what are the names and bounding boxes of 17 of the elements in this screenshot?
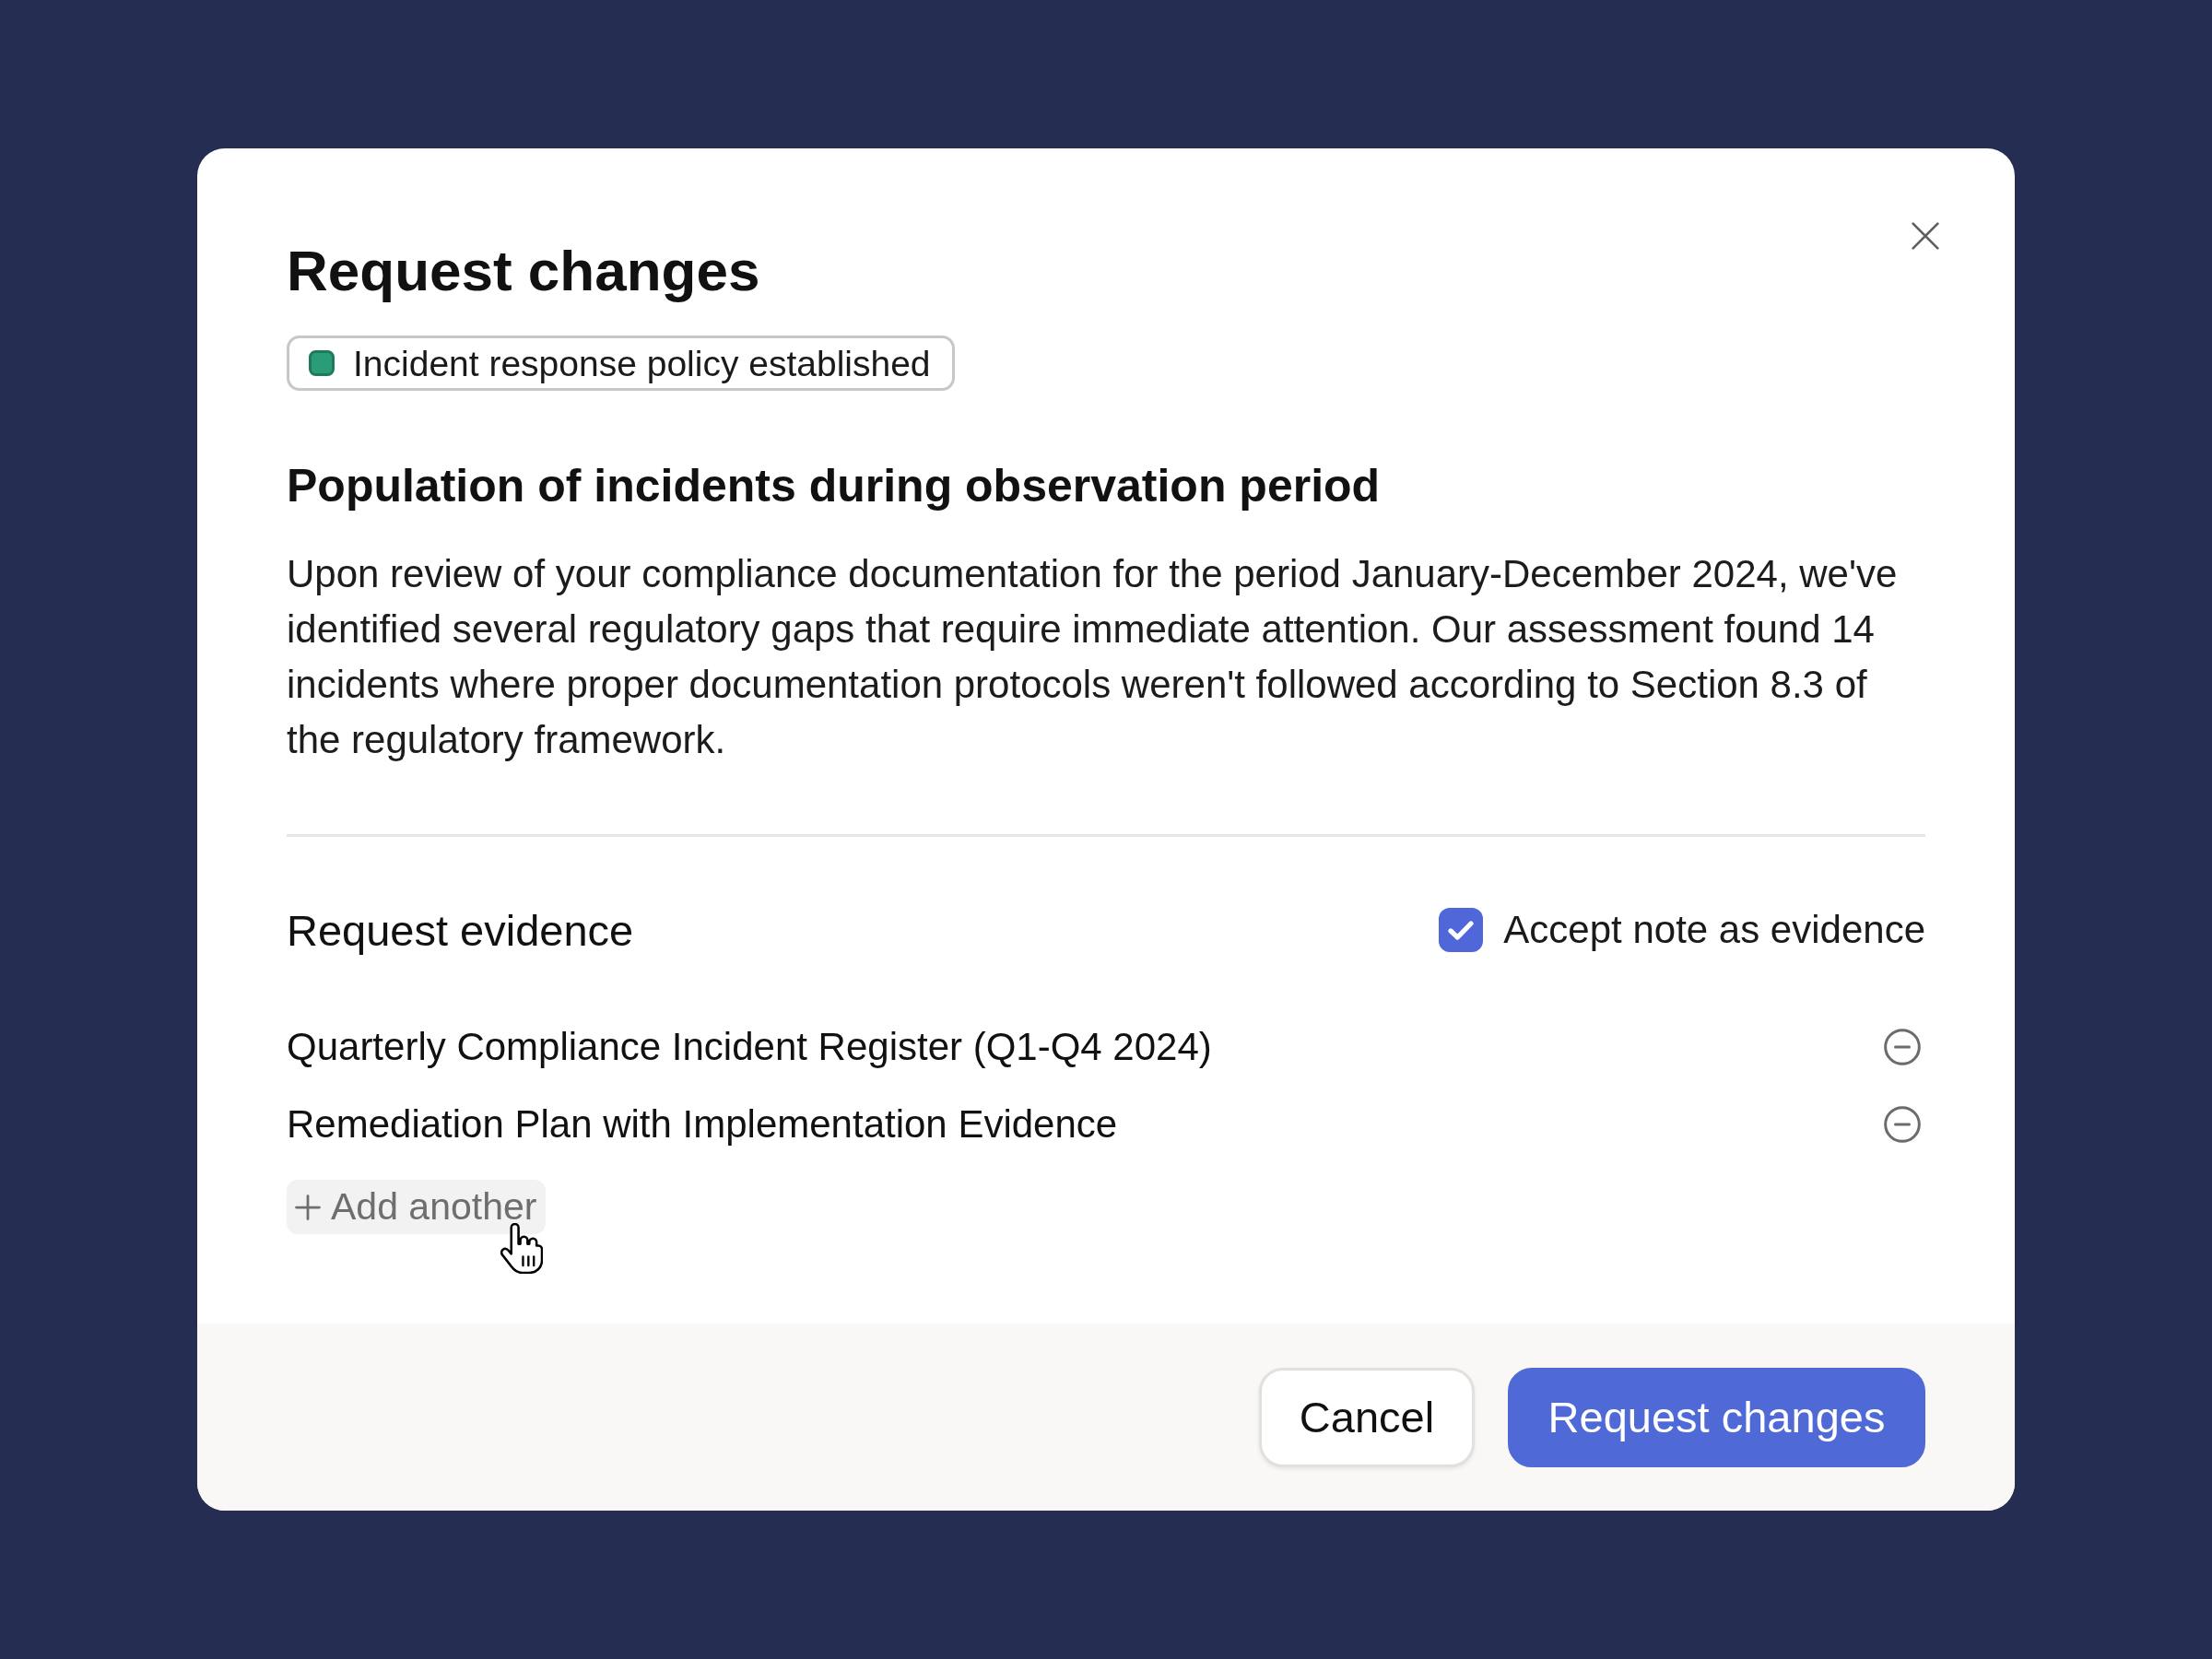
- evidence-item: Quarterly Compliance Incident Register (Q1-Q4 2024): [287, 1028, 1212, 1066]
- cancel-button[interactable]: Cancel: [1259, 1367, 1475, 1467]
- submit-button[interactable]: Request changes: [1508, 1367, 1925, 1467]
- tag-label: Incident response policy established: [353, 345, 931, 382]
- status-square-icon: [309, 350, 335, 376]
- section-heading: Population of incidents during observation period: [287, 459, 1381, 512]
- checkbox-label[interactable]: Accept note as evidence: [1503, 911, 1925, 949]
- evidence-item: Remediation Plan with Implementation Evidence: [287, 1105, 1118, 1144]
- dialog-title: Request changes: [287, 239, 760, 303]
- add-another-button[interactable]: Add another: [287, 1180, 547, 1234]
- plus-icon: [294, 1193, 322, 1221]
- hand-cursor-icon: [500, 1223, 543, 1274]
- checkbox[interactable]: [1439, 908, 1484, 952]
- minus-circle-icon[interactable]: [1884, 1029, 1921, 1065]
- close-icon[interactable]: [1911, 221, 1940, 251]
- section-description: Upon review of your compliance documentation for the period January-December 2024, we've identified several regulatory gaps that require immediate attention. Our assessment found 14 incidents where proper documentation protocols weren't followed according to Section 8.3 of the regulatory framework.: [287, 551, 1899, 763]
- minus-circle-icon[interactable]: [1884, 1106, 1921, 1143]
